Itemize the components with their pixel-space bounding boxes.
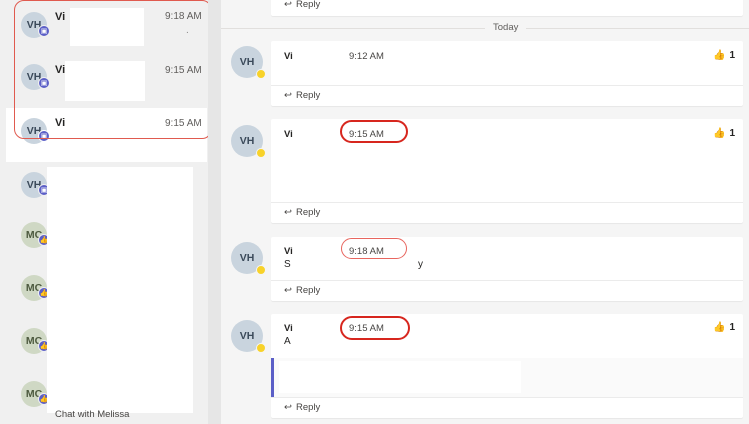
conversation-pane: ↩ Reply Today VH Vi 9:12 AM 👍 1 ↩ Reply … — [221, 0, 749, 424]
chat-name: Vi — [55, 117, 66, 129]
reply-arrow-icon: ↩ — [284, 90, 292, 101]
message-sender: Vi — [284, 129, 293, 140]
chat-list-item[interactable]: VH ▣ Vi 9:15 AM — [6, 55, 207, 108]
reply-row: ↩ Reply — [271, 397, 743, 417]
presence-away-icon — [256, 69, 266, 79]
chat-list-pane: VH ▣ Vi 9:18 AM . VH ▣ Vi 9:15 AM VH ▣ V… — [0, 0, 212, 424]
reply-button[interactable]: ↩ Reply — [284, 207, 320, 218]
reply-button[interactable]: ↩ Reply — [284, 285, 320, 296]
reply-arrow-icon: ↩ — [284, 402, 292, 413]
reply-button[interactable]: ↩ Reply — [284, 0, 320, 10]
redaction — [70, 8, 144, 46]
date-separator: Today — [485, 22, 527, 33]
message-body-fragment: S — [284, 259, 291, 270]
thumbs-up-icon: 👍 — [712, 50, 726, 61]
redaction — [65, 61, 145, 101]
reply-arrow-icon: ↩ — [284, 0, 292, 10]
reply-button[interactable]: ↩ Reply — [284, 402, 320, 413]
pane-divider[interactable] — [208, 0, 221, 424]
quoted-content — [271, 358, 743, 397]
presence-away-icon — [256, 265, 266, 275]
message-sender: Vi — [284, 323, 293, 334]
chat-name: Vi — [55, 64, 66, 76]
chat-name: Vi — [55, 11, 66, 23]
presence-away-icon — [256, 343, 266, 353]
chat-preview: . — [186, 25, 189, 36]
thumbs-up-icon: 👍 — [712, 128, 726, 139]
message-sender: Vi — [284, 246, 293, 257]
reply-button[interactable]: ↩ Reply — [284, 90, 320, 101]
quote-bar — [271, 358, 274, 397]
presence-away-icon — [256, 148, 266, 158]
message-time: 9:15 AM — [349, 323, 384, 334]
chat-badge-icon: ▣ — [38, 77, 50, 89]
redaction — [47, 167, 193, 413]
chat-time: 9:18 AM — [165, 11, 202, 22]
reply-arrow-icon: ↩ — [284, 285, 292, 296]
thumbs-up-icon: 👍 — [712, 322, 726, 333]
message-card: Vi 9:15 AM A 👍 1 ↩ Reply — [271, 314, 743, 418]
reply-arrow-icon: ↩ — [284, 207, 292, 218]
redaction — [279, 361, 521, 393]
chat-badge-icon: ▣ — [38, 25, 50, 37]
chat-list-item[interactable]: VH ▣ Vi 9:18 AM . — [6, 0, 207, 55]
reply-row: ↩ Reply — [271, 280, 743, 300]
reaction-button[interactable]: 👍 1 — [713, 322, 735, 333]
reply-row: ↩ Reply — [271, 202, 743, 222]
message-body-fragment: y — [418, 259, 423, 270]
chat-list-item-selected[interactable]: VH ▣ Vi 9:15 AM — [6, 108, 207, 162]
chat-time: 9:15 AM — [165, 65, 202, 76]
reaction-button[interactable]: 👍 1 — [713, 128, 735, 139]
reaction-button[interactable]: 👍 1 — [713, 50, 735, 61]
reply-row: ↩ Reply — [271, 85, 743, 105]
chat-preview-footer: Chat with Melissa — [55, 409, 130, 420]
chat-time: 9:15 AM — [165, 118, 202, 129]
message-card: Vi 9:15 AM 👍 1 ↩ Reply — [271, 119, 743, 223]
message-time: 9:18 AM — [349, 246, 384, 257]
message-time: 9:15 AM — [349, 129, 384, 140]
message-card: Vi 9:18 AM S y ↩ Reply — [271, 237, 743, 301]
message-body-fragment: A — [284, 336, 291, 347]
message-card: ↩ Reply — [271, 0, 743, 16]
message-time: 9:12 AM — [349, 51, 384, 62]
message-card: Vi 9:12 AM 👍 1 ↩ Reply — [271, 41, 743, 106]
chat-badge-icon: ▣ — [38, 130, 50, 142]
message-sender: Vi — [284, 51, 293, 62]
